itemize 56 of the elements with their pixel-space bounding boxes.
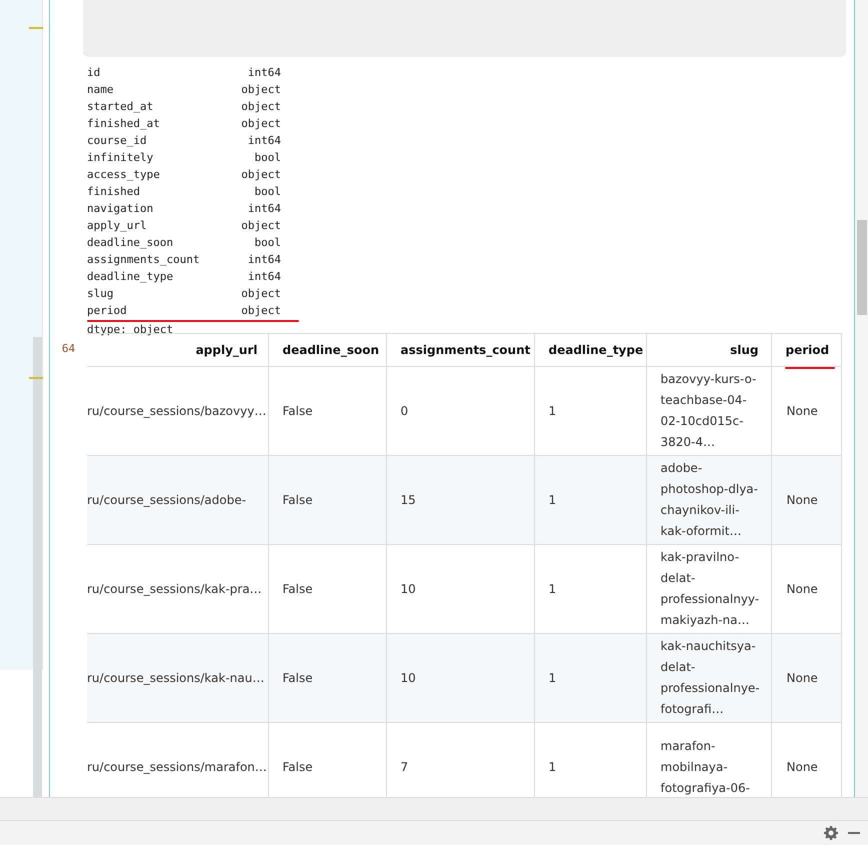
- dtype-name: period: [87, 303, 128, 319]
- dtype-value: object: [240, 99, 281, 115]
- dtype-value: bool: [254, 184, 281, 200]
- table-cell: kak-nauchitsya-delat-professionalnye-fotografi…: [646, 634, 771, 722]
- dtype-name: access_type: [87, 167, 161, 183]
- dtype-value: object: [240, 167, 281, 183]
- table-cell: 15: [386, 456, 534, 544]
- dtype-name: started_at: [87, 99, 154, 115]
- table-cell: 1: [534, 456, 646, 544]
- dtype-value: int64: [246, 133, 281, 149]
- dtype-value: int64: [246, 65, 281, 81]
- dtype-name: infinitely: [87, 150, 154, 166]
- dtype-value: bool: [254, 235, 281, 251]
- table-cell: 10: [386, 634, 534, 722]
- dtype-name: deadline_type: [87, 269, 174, 285]
- dtype-name: navigation: [87, 201, 154, 217]
- table-cell: None: [771, 634, 841, 722]
- dtype-name: deadline_soon: [87, 235, 174, 251]
- dtype-value: object: [240, 218, 281, 234]
- table-cell: 1: [534, 634, 646, 722]
- dtype-name: id: [87, 65, 102, 81]
- dtype-name: finished: [87, 184, 141, 200]
- horizontal-scrollbar[interactable]: [0, 797, 868, 821]
- dtype-name: assignments_count: [87, 252, 201, 268]
- dtype-value: object: [240, 116, 281, 132]
- dtype-name: course_id: [87, 133, 148, 149]
- minimize-icon[interactable]: [848, 832, 860, 834]
- dtype-value: object: [240, 286, 281, 302]
- dtype-name: apply_url: [87, 218, 148, 234]
- dtype-value: int64: [246, 269, 281, 285]
- dtype-value: object: [240, 82, 281, 98]
- column-header: apply_url: [87, 334, 268, 366]
- line-marker: [29, 377, 43, 379]
- dtype-value: int64: [246, 201, 281, 217]
- table-cell: ru/course_sessions/kak-nau…: [87, 634, 268, 722]
- table-cell: False: [268, 634, 386, 722]
- column-header: deadline_soon: [268, 334, 386, 366]
- table-cell: False: [268, 456, 386, 544]
- dtype-name: name: [87, 82, 114, 98]
- dtype-name: slug: [87, 286, 114, 302]
- dtype-value: bool: [254, 150, 281, 166]
- scrollbar-thumb[interactable]: [857, 220, 867, 315]
- column-header: assignments_count: [386, 334, 534, 366]
- dtype-name: finished_at: [87, 116, 161, 132]
- output-prompt: 64: [60, 341, 76, 357]
- vertical-scrollbar[interactable]: [855, 0, 868, 797]
- settings-icon[interactable]: [824, 826, 838, 840]
- table-cell: adobe-photoshop-dlya-chaynikov-ili-kak-oformit…: [646, 456, 771, 544]
- table-cell: ru/course_sessions/adobe-: [87, 456, 268, 544]
- dtype-value: object: [240, 303, 281, 319]
- line-marker: [29, 27, 43, 29]
- table-cell: None: [771, 456, 841, 544]
- annotation-underline: [785, 367, 835, 369]
- column-header: slug: [646, 334, 771, 366]
- dtype-value: int64: [246, 252, 281, 268]
- column-header: deadline_type: [534, 334, 646, 366]
